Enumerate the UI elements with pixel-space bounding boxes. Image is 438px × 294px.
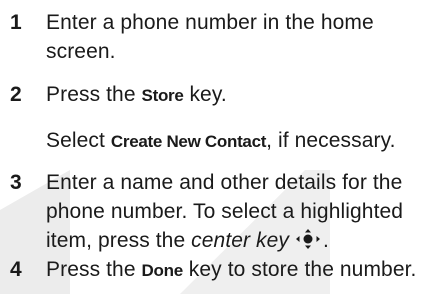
- step-number: 1: [10, 11, 22, 34]
- step-2-line-1: Press the Store key.: [46, 80, 426, 110]
- step-text: Press the Done key to store the number.: [46, 255, 426, 285]
- step-number: 4: [10, 258, 22, 281]
- text: .: [323, 229, 329, 252]
- text: Press the: [46, 258, 142, 281]
- text: key to store the number.: [182, 258, 417, 281]
- text: item, press the: [46, 229, 192, 252]
- step-4-line-1: Press the Done key to store the number.: [46, 255, 426, 285]
- nav-center-key-icon: [296, 229, 321, 249]
- text: , if necessary.: [266, 129, 396, 152]
- step-3-line-3: item, press the center key.: [46, 226, 426, 255]
- step-3-line-1: Enter a name and other details for the: [46, 171, 403, 194]
- step-text: Enter a phone number in the home screen.: [46, 8, 426, 66]
- step-3-line-2: phone number. To select a highlighted: [46, 200, 404, 223]
- center-key-label: center key: [191, 229, 290, 252]
- text: Press the: [46, 83, 142, 106]
- step-number: 2: [10, 83, 22, 106]
- store-key-label: Store: [141, 86, 184, 105]
- create-new-contact-label: Create New Contact: [110, 132, 267, 151]
- step-1-line-1: Enter a phone number in the home: [46, 11, 374, 34]
- step-2-line-2: Select Create New Contact, if necessary.: [46, 126, 426, 156]
- step-text: Enter a name and other details for the p…: [46, 168, 426, 255]
- step-1-line-2: screen.: [46, 40, 116, 63]
- step-text: Press the Store key. Select Create New C…: [46, 80, 426, 156]
- step-number: 3: [10, 171, 22, 194]
- done-key-label: Done: [141, 261, 184, 280]
- text: Select: [46, 129, 111, 152]
- text: key.: [183, 83, 227, 106]
